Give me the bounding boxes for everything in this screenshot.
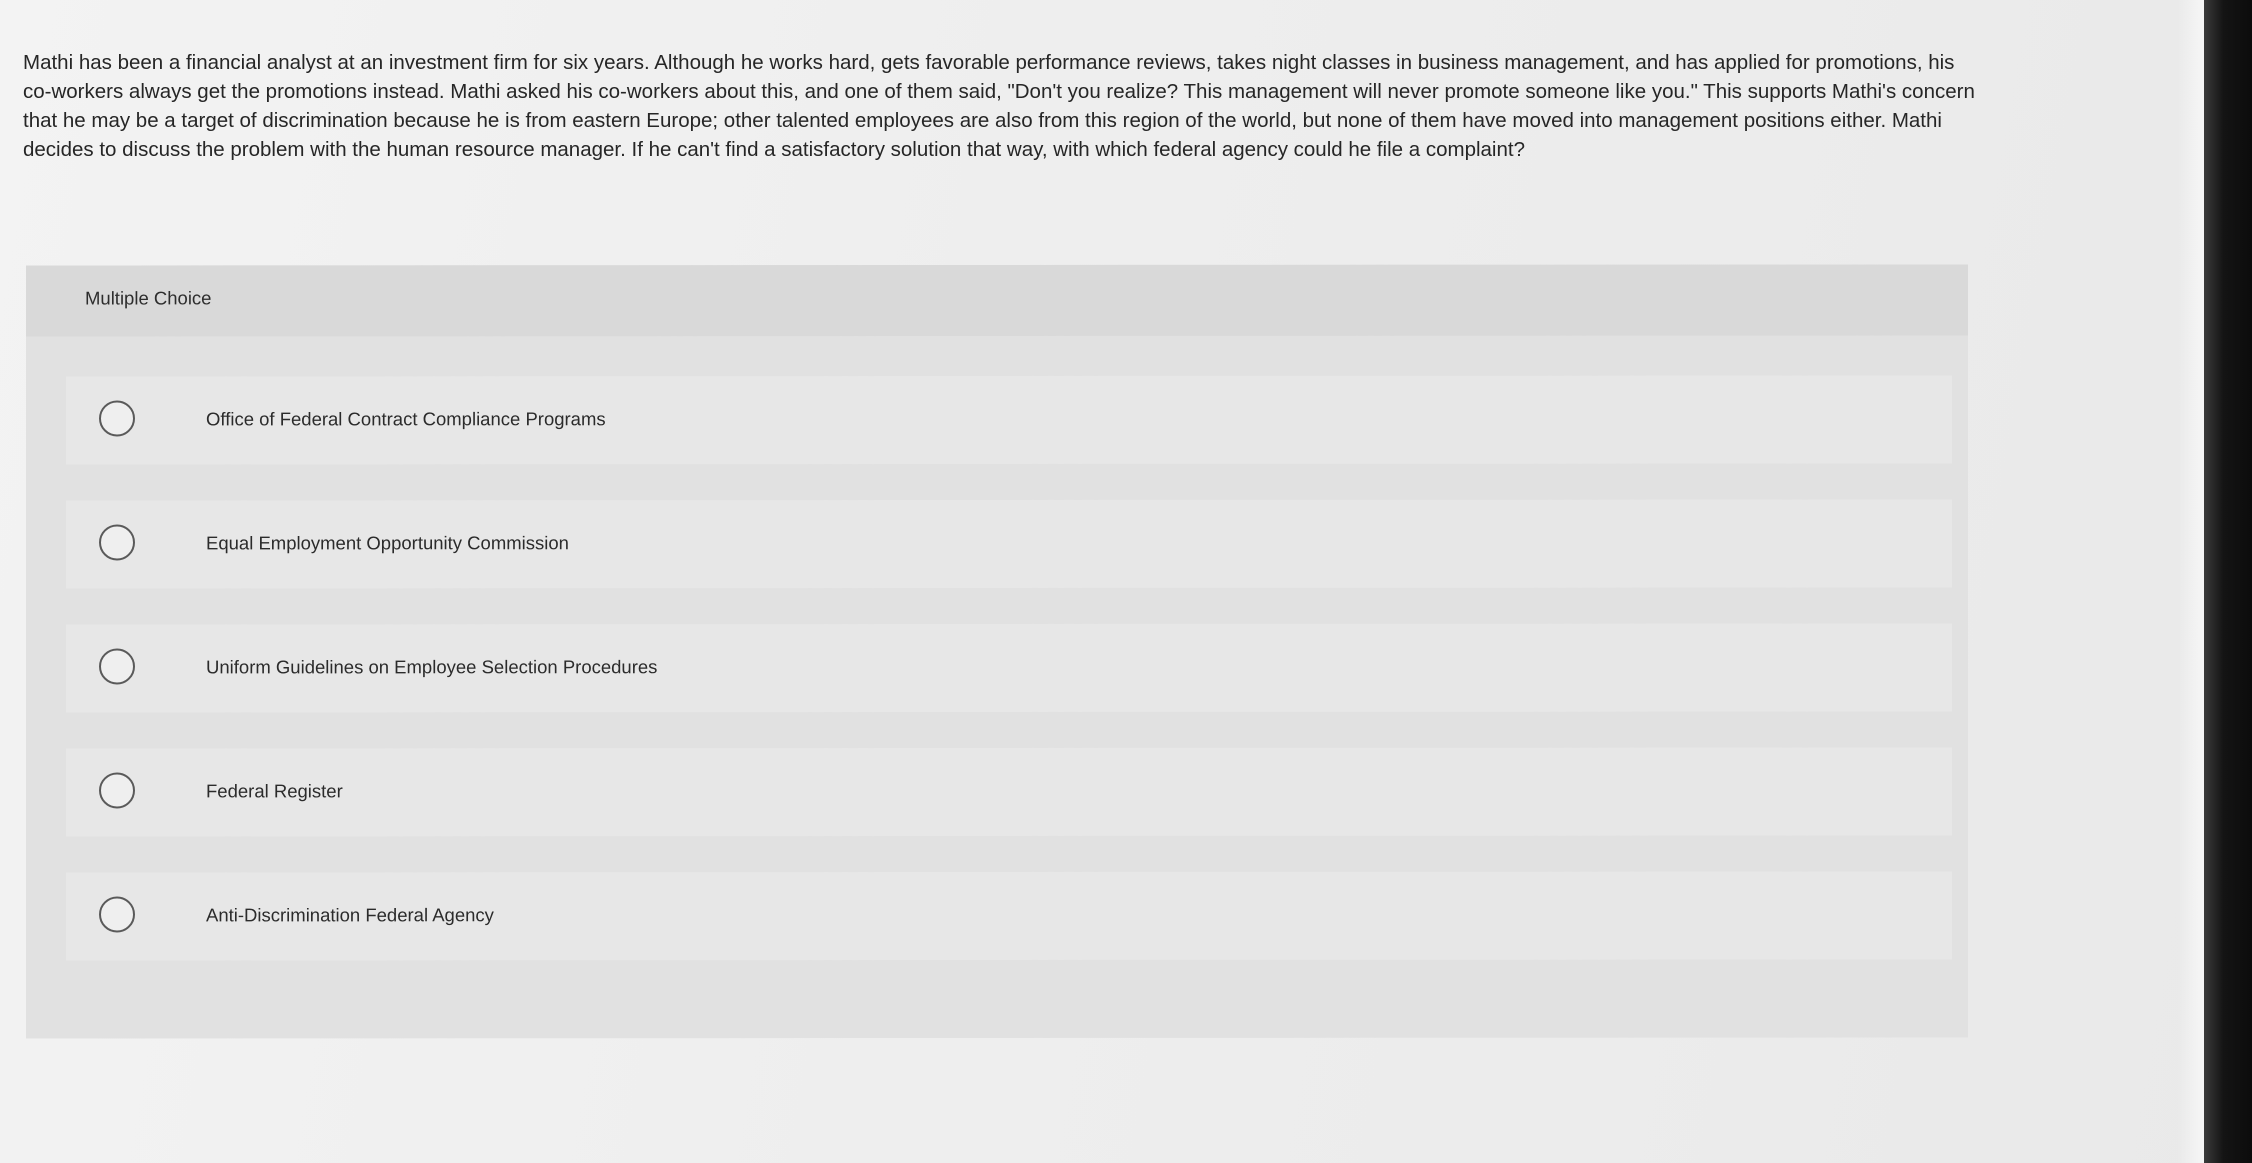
- question-text: Mathi has been a financial analyst at an…: [23, 51, 1975, 161]
- radio-button[interactable]: [99, 772, 135, 809]
- radio-button[interactable]: [99, 400, 135, 437]
- multiple-choice-title: Multiple Choice: [85, 287, 212, 309]
- choice-option-5[interactable]: Anti-Discrimination Federal Agency: [66, 871, 1952, 961]
- choice-option-3[interactable]: Uniform Guidelines on Employee Selection…: [66, 623, 1952, 713]
- choice-label: Office of Federal Contract Compliance Pr…: [206, 408, 606, 430]
- choice-option-4[interactable]: Federal Register: [66, 747, 1952, 837]
- radio-button[interactable]: [99, 648, 135, 685]
- monitor-bezel: [2204, 0, 2252, 1163]
- choice-label: Federal Register: [206, 780, 343, 802]
- radio-button[interactable]: [99, 524, 135, 561]
- screen-edge-glare: [2178, 0, 2204, 1163]
- multiple-choice-panel: Multiple Choice Office of Federal Contra…: [26, 264, 1968, 1039]
- multiple-choice-header: Multiple Choice: [26, 264, 1968, 337]
- radio-button[interactable]: [99, 896, 135, 933]
- choice-option-1[interactable]: Office of Federal Contract Compliance Pr…: [66, 375, 1952, 465]
- choice-label: Anti-Discrimination Federal Agency: [206, 904, 494, 926]
- choice-label: Uniform Guidelines on Employee Selection…: [206, 656, 658, 678]
- choice-option-2[interactable]: Equal Employment Opportunity Commission: [66, 499, 1952, 589]
- choice-label: Equal Employment Opportunity Commission: [206, 532, 569, 554]
